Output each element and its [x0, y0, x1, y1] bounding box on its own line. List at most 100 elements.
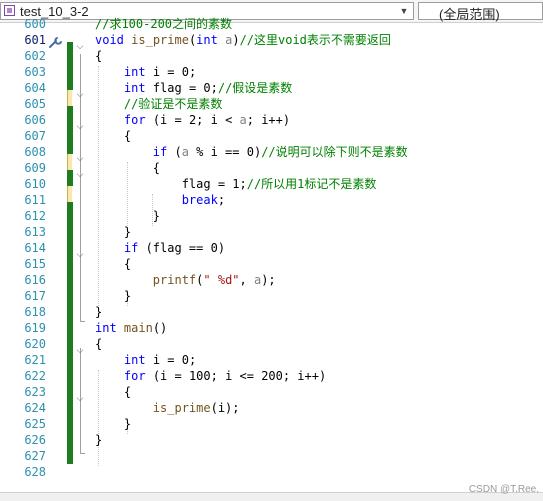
code-text[interactable]: is_prime(i); [95, 400, 240, 416]
code-text[interactable]: int main() [95, 320, 167, 336]
code-line[interactable]: 614 if (flag == 0) [0, 240, 543, 256]
code-text[interactable]: { [95, 128, 131, 144]
code-text[interactable]: int i = 0; [95, 352, 196, 368]
code-token: } [95, 305, 103, 319]
code-token: //所以用1标记不是素数 [246, 177, 377, 191]
line-number: 603 [24, 65, 46, 79]
code-line[interactable]: 618} [0, 304, 543, 320]
code-text[interactable]: { [95, 48, 102, 64]
code-line[interactable]: 609 { [0, 160, 543, 176]
code-token: , [239, 273, 254, 287]
line-number: 624 [24, 401, 46, 415]
code-editor[interactable]: ⌵ ⌵ ⌵ ⌵ ⌵ ⌵ ⌵ ⌵ 600//求100-200之间的素数 601 voi… [0, 17, 543, 492]
line-number: 605 [24, 97, 46, 111]
line-number: 608 [24, 145, 46, 159]
code-text[interactable]: } [95, 288, 131, 304]
code-line[interactable]: 626} [0, 432, 543, 448]
line-number: 606 [24, 113, 46, 127]
code-line[interactable]: 624 is_prime(i); [0, 400, 543, 416]
code-line[interactable]: 615 { [0, 256, 543, 272]
code-line[interactable]: 612 } [0, 208, 543, 224]
code-line[interactable]: 603 int i = 0; [0, 64, 543, 80]
code-line[interactable]: 616 printf(" %d", a); [0, 272, 543, 288]
code-line[interactable]: 611 break; [0, 192, 543, 208]
code-line[interactable]: 628 [0, 464, 543, 480]
code-token: a [181, 145, 189, 159]
code-line[interactable]: 622 for (i = 100; i <= 200; i++) [0, 368, 543, 384]
code-text[interactable]: int i = 0; [95, 64, 196, 80]
code-token: int [196, 33, 218, 47]
code-text[interactable]: break; [95, 192, 225, 208]
line-number: 617 [24, 289, 46, 303]
code-token: (i); [210, 401, 240, 415]
code-token: (i = 100; i <= 200; i++) [145, 369, 327, 383]
line-number: 621 [24, 353, 46, 367]
code-token: //验证是不是素数 [123, 97, 223, 111]
code-line[interactable]: 607 { [0, 128, 543, 144]
code-token: int [123, 65, 146, 79]
code-text[interactable]: void is_prime(int a)//这里void表示不需要返回 [95, 32, 391, 48]
code-line[interactable]: 625 } [0, 416, 543, 432]
code-text[interactable]: for (i = 2; i < a; i++) [95, 112, 290, 128]
code-line[interactable]: 621 int i = 0; [0, 352, 543, 368]
code-text[interactable]: } [95, 432, 102, 448]
code-text[interactable]: for (i = 100; i <= 200; i++) [95, 368, 326, 384]
code-line[interactable]: 610 flag = 1;//所以用1标记不是素数 [0, 176, 543, 192]
code-line[interactable]: 605 //验证是不是素数 [0, 96, 543, 112]
code-line[interactable]: 617 } [0, 288, 543, 304]
line-number: 602 [24, 49, 46, 63]
code-line[interactable]: 619 int main() [0, 320, 543, 336]
code-text[interactable]: } [95, 224, 131, 240]
code-token: { [95, 385, 132, 399]
code-text[interactable]: if (flag == 0) [95, 240, 225, 256]
code-text[interactable]: printf(" %d", a); [95, 272, 276, 288]
code-token: void [95, 33, 124, 47]
code-token: { [95, 129, 132, 143]
code-text[interactable]: } [95, 416, 131, 432]
code-text[interactable]: flag = 1;//所以用1标记不是素数 [95, 176, 377, 192]
code-line[interactable]: 606 for (i = 2; i < a; i++) [0, 112, 543, 128]
code-line[interactable]: 604 int flag = 0;//假设是素数 [0, 80, 543, 96]
line-number: 615 [24, 257, 46, 271]
code-line[interactable]: 602 { [0, 48, 543, 64]
code-text[interactable]: if (a % i == 0)//说明可以除下则不是素数 [95, 144, 408, 160]
code-line[interactable]: 623 { [0, 384, 543, 400]
code-text[interactable]: { [95, 256, 131, 272]
code-line[interactable]: 620 { [0, 336, 543, 352]
code-text[interactable]: int flag = 0;//假设是素数 [95, 80, 292, 96]
line-number: 604 [24, 81, 46, 95]
code-line[interactable]: 627 [0, 448, 543, 464]
code-text[interactable]: //验证是不是素数 [95, 96, 222, 112]
watermark: CSDN @T.Ree. [468, 484, 539, 495]
code-line[interactable]: 613 } [0, 224, 543, 240]
code-token: if [152, 145, 168, 159]
code-text[interactable]: //求100-200之间的素数 [95, 16, 232, 32]
code-line[interactable]: 608 if (a % i == 0)//说明可以除下则不是素数 [0, 144, 543, 160]
code-text[interactable]: { [95, 336, 102, 352]
code-token: } [95, 289, 132, 303]
line-number: 614 [24, 241, 46, 255]
code-token: printf [152, 273, 197, 287]
code-text[interactable]: { [95, 384, 131, 400]
code-token: is_prime [152, 401, 211, 415]
line-number: 627 [24, 449, 46, 463]
code-line[interactable]: 601 void is_prime(int a)//这里void表示不需要返回 [0, 32, 543, 48]
code-token: int [95, 321, 117, 335]
code-text[interactable]: } [95, 304, 102, 320]
project-file-icon [4, 5, 15, 16]
code-text[interactable]: { [95, 160, 160, 176]
line-number: 623 [24, 385, 46, 399]
code-token: i = 0; [145, 353, 197, 367]
line-number: 601 [24, 33, 46, 47]
code-token: } [95, 433, 103, 447]
wrench-icon[interactable] [48, 35, 64, 49]
code-token: i = 0; [145, 65, 197, 79]
code-text[interactable]: } [95, 208, 160, 224]
code-line[interactable]: 600 //求100-200之间的素数 [0, 16, 543, 32]
line-number: 609 [24, 161, 46, 175]
